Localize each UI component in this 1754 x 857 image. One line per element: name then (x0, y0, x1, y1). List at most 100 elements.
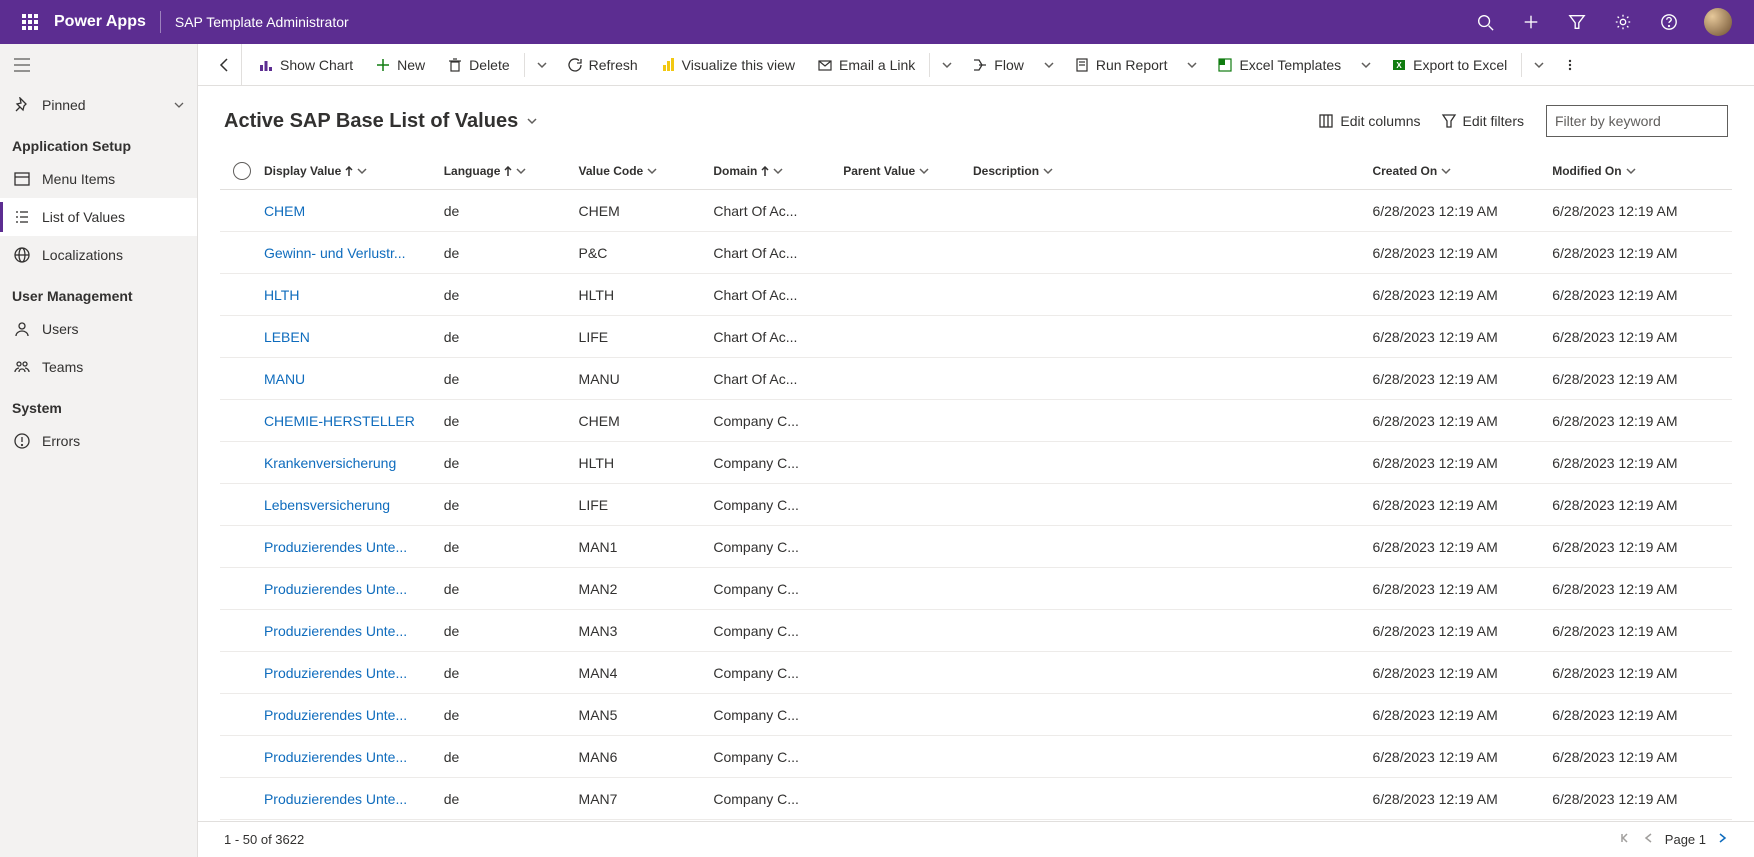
table-row[interactable]: Produzierendes Unte... de MAN1 Company C… (220, 526, 1732, 568)
sort-up-icon (345, 166, 353, 176)
nav-list-of-values[interactable]: List of Values (0, 198, 197, 236)
table-row[interactable]: CHEMIE-HERSTELLER de CHEM Company C... 6… (220, 400, 1732, 442)
record-link[interactable]: Produzierendes Unte... (264, 665, 407, 681)
cell-created-on: 6/28/2023 12:19 AM (1372, 623, 1552, 639)
col-created-on[interactable]: Created On (1372, 164, 1552, 178)
edit-filters-button[interactable]: Edit filters (1431, 105, 1534, 137)
nav-errors[interactable]: Errors (0, 422, 197, 460)
nav-pinned[interactable]: Pinned (0, 86, 197, 124)
prev-page-button[interactable] (1643, 832, 1655, 847)
table-row[interactable]: CHEM de CHEM Chart Of Ac... 6/28/2023 12… (220, 190, 1732, 232)
nav-users[interactable]: Users (0, 310, 197, 348)
col-description[interactable]: Description (973, 164, 1372, 178)
col-value-code[interactable]: Value Code (579, 164, 714, 178)
col-display-value[interactable]: Display Value (264, 164, 444, 178)
export-excel-button[interactable]: X Export to Excel (1381, 44, 1517, 86)
nav-teams[interactable]: Teams (0, 348, 197, 386)
page-label: Page 1 (1665, 832, 1706, 847)
hamburger-icon[interactable] (0, 44, 197, 86)
waffle-icon[interactable] (10, 14, 50, 30)
cell-value-code: MAN1 (579, 539, 714, 555)
cmd-label: Export to Excel (1413, 57, 1507, 73)
record-link[interactable]: Produzierendes Unte... (264, 581, 407, 597)
email-icon (817, 57, 833, 73)
nav-label: List of Values (42, 209, 125, 225)
delete-dropdown[interactable] (529, 60, 555, 70)
show-chart-button[interactable]: Show Chart (248, 44, 363, 86)
table-row[interactable]: Gewinn- und Verlustr... de P&C Chart Of … (220, 232, 1732, 274)
cmd-label: Visualize this view (682, 57, 795, 73)
table-row[interactable]: Produzierendes Unte... de MAN6 Company C… (220, 736, 1732, 778)
cell-modified-on: 6/28/2023 12:19 AM (1552, 287, 1732, 303)
new-button[interactable]: New (365, 44, 435, 86)
excel-templates-button[interactable]: Excel Templates (1207, 44, 1351, 86)
email-dropdown[interactable] (934, 60, 960, 70)
next-page-button[interactable] (1716, 832, 1728, 847)
delete-button[interactable]: Delete (437, 44, 519, 86)
more-commands-button[interactable] (1554, 58, 1586, 72)
excel-templates-dropdown[interactable] (1353, 60, 1379, 70)
table-row[interactable]: Produzierendes Unte... de MAN5 Company C… (220, 694, 1732, 736)
table-row[interactable]: Krankenversicherung de HLTH Company C...… (220, 442, 1732, 484)
first-page-button[interactable] (1621, 832, 1633, 847)
record-link[interactable]: CHEM (264, 203, 305, 219)
record-link[interactable]: Produzierendes Unte... (264, 791, 407, 807)
col-modified-on[interactable]: Modified On (1552, 164, 1732, 178)
record-link[interactable]: CHEMIE-HERSTELLER (264, 413, 415, 429)
cell-value-code: LIFE (579, 497, 714, 513)
table-row[interactable]: Produzierendes Unte... de MAN2 Company C… (220, 568, 1732, 610)
edit-columns-button[interactable]: Edit columns (1308, 105, 1430, 137)
record-link[interactable]: LEBEN (264, 329, 310, 345)
col-parent-value[interactable]: Parent Value (843, 164, 973, 178)
record-link[interactable]: Gewinn- und Verlustr... (264, 245, 406, 261)
col-language[interactable]: Language (444, 164, 579, 178)
section-app-setup: Application Setup (0, 124, 197, 160)
chevron-down-icon (357, 166, 367, 176)
flow-button[interactable]: Flow (962, 44, 1034, 86)
nav-menu-items[interactable]: Menu Items (0, 160, 197, 198)
email-link-button[interactable]: Email a Link (807, 44, 925, 86)
refresh-button[interactable]: Refresh (557, 44, 648, 86)
table-row[interactable]: HLTH de HLTH Chart Of Ac... 6/28/2023 12… (220, 274, 1732, 316)
filter-input[interactable] (1546, 105, 1728, 137)
visualize-button[interactable]: Visualize this view (650, 44, 805, 86)
cmd-label: Run Report (1096, 57, 1168, 73)
record-link[interactable]: Produzierendes Unte... (264, 623, 407, 639)
col-domain[interactable]: Domain (713, 164, 843, 178)
record-link[interactable]: Produzierendes Unte... (264, 707, 407, 723)
avatar[interactable] (1704, 8, 1732, 36)
table-row[interactable]: Produzierendes Unte... de MAN7 Company C… (220, 778, 1732, 820)
run-report-button[interactable]: Run Report (1064, 44, 1178, 86)
cell-domain: Chart Of Ac... (713, 203, 843, 219)
record-link[interactable]: Lebensversicherung (264, 497, 390, 513)
filter-icon[interactable] (1554, 0, 1600, 44)
flow-dropdown[interactable] (1036, 60, 1062, 70)
back-button[interactable] (208, 44, 242, 86)
help-icon[interactable] (1646, 0, 1692, 44)
gear-icon[interactable] (1600, 0, 1646, 44)
table-row[interactable]: Lebensversicherung de LIFE Company C... … (220, 484, 1732, 526)
cmd-label: New (397, 57, 425, 73)
nav-localizations[interactable]: Localizations (0, 236, 197, 274)
table-row[interactable]: MANU de MANU Chart Of Ac... 6/28/2023 12… (220, 358, 1732, 400)
record-link[interactable]: Produzierendes Unte... (264, 749, 407, 765)
record-link[interactable]: HLTH (264, 287, 300, 303)
table-row[interactable]: Produzierendes Unte... de MAN4 Company C… (220, 652, 1732, 694)
add-icon[interactable] (1508, 0, 1554, 44)
action-label: Edit filters (1463, 113, 1524, 129)
search-icon[interactable] (1462, 0, 1508, 44)
env-label[interactable]: SAP Template Administrator (175, 14, 349, 30)
view-title[interactable]: Active SAP Base List of Values (224, 110, 538, 133)
export-dropdown[interactable] (1526, 60, 1552, 70)
cell-modified-on: 6/28/2023 12:19 AM (1552, 623, 1732, 639)
grid[interactable]: Display Value Language Value Code Domain… (198, 142, 1754, 821)
table-row[interactable]: LEBEN de LIFE Chart Of Ac... 6/28/2023 1… (220, 316, 1732, 358)
table-row[interactable]: Produzierendes Unte... de MAN3 Company C… (220, 610, 1732, 652)
record-link[interactable]: Produzierendes Unte... (264, 539, 407, 555)
select-all[interactable] (220, 162, 264, 180)
report-dropdown[interactable] (1179, 60, 1205, 70)
cell-domain: Chart Of Ac... (713, 329, 843, 345)
record-link[interactable]: Krankenversicherung (264, 455, 396, 471)
cell-value-code: MANU (579, 371, 714, 387)
record-link[interactable]: MANU (264, 371, 305, 387)
